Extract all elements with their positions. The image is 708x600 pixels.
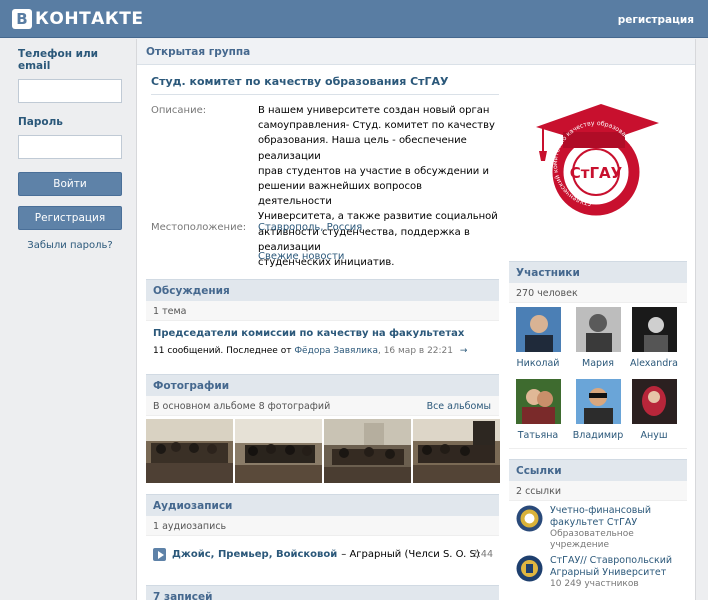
member-item[interactable]: Alexandra: [628, 307, 680, 369]
link-subtitle-line: учреждение: [550, 540, 610, 550]
description-line: В нашем университете создан новый орган: [258, 105, 490, 116]
discussions-count: 1 тема: [146, 301, 499, 321]
discussions-header[interactable]: Обсуждения: [146, 279, 499, 301]
member-name[interactable]: Alexandra: [628, 358, 680, 369]
audio-count: 1 аудиозапись: [146, 516, 499, 536]
discussions-section: Обсуждения 1 тема Председатели комиссии …: [146, 279, 499, 365]
wall-section: 7 записей: [146, 585, 499, 600]
audio-header[interactable]: Аудиозаписи: [146, 494, 499, 516]
link-logo-icon: [516, 505, 543, 532]
avatar[interactable]: [631, 307, 677, 352]
description-line: самоуправления- Студ. комитет по качеств…: [258, 120, 495, 132]
logo-letter: В: [12, 9, 32, 29]
audio-song: – Аграрный (Челси S. O. S): [341, 549, 480, 560]
top-bar: В КОНТАКТЕ регистрация: [0, 0, 708, 38]
topic-meta: 11 сообщений. Последнее от Фёдора Завяли…: [153, 346, 467, 356]
member-item[interactable]: Николай: [512, 307, 564, 369]
group-title: Студ. комитет по качеству образования Ст…: [151, 75, 449, 88]
link-title-line[interactable]: Аграрный Университет: [550, 567, 672, 579]
members-count: 270 человек: [509, 283, 687, 303]
photo-thumbnail[interactable]: [413, 419, 500, 483]
member-name[interactable]: Мария: [572, 358, 624, 369]
member-item[interactable]: Владимир: [572, 379, 624, 441]
photos-header[interactable]: Фотографии: [146, 374, 499, 396]
links-count: 2 ссылки: [509, 481, 687, 501]
emblem-text: СтГАУ: [570, 164, 623, 182]
link-item[interactable]: СтГАУ// Ставропольский Аграрный Универси…: [516, 555, 672, 590]
audio-duration: 2:44: [471, 549, 493, 560]
photo-thumbnail[interactable]: [324, 419, 411, 483]
photos-subtitle-bar: В основном альбоме 8 фотографий Все альб…: [146, 396, 499, 416]
login-panel: Телефон или email Пароль Войти Регистрац…: [18, 48, 122, 251]
phone-input[interactable]: [18, 79, 122, 103]
photos-subtitle: В основном альбоме 8 фотографий: [153, 401, 331, 412]
link-subtitle-line: 10 249 участников: [550, 579, 639, 589]
password-input[interactable]: [18, 135, 122, 159]
topic-meta-prefix: 11 сообщений. Последнее от: [153, 346, 295, 356]
password-label: Пароль: [18, 116, 63, 128]
wall-header[interactable]: 7 записей: [146, 585, 499, 600]
location-link[interactable]: Ставрополь, Россия: [258, 222, 362, 233]
members-header[interactable]: Участники: [509, 261, 687, 283]
description-line: решении важнейших вопросов деятельности: [258, 181, 423, 208]
title-divider: [151, 94, 499, 95]
group-type-header: Открытая группа: [137, 39, 695, 65]
links-header[interactable]: Ссылки: [509, 459, 687, 481]
member-item[interactable]: Ануш: [628, 379, 680, 441]
link-subtitle-line: Образовательное: [550, 529, 634, 539]
avatar[interactable]: [575, 379, 621, 424]
link-logo-icon: [516, 555, 543, 582]
news-link[interactable]: Свежие новости: [258, 251, 344, 262]
group-emblem[interactable]: СтГАУ студенческий комитет по качеству о…: [531, 99, 661, 229]
member-item[interactable]: Мария: [572, 307, 624, 369]
members-section: Участники 270 человек Николай Мария Alex…: [509, 261, 687, 449]
topic-title-link[interactable]: Председатели комиссии по качеству на фак…: [153, 328, 464, 339]
link-title-line[interactable]: факультет СтГАУ: [550, 517, 651, 529]
logo-text: КОНТАКТЕ: [35, 9, 144, 29]
member-name[interactable]: Ануш: [628, 430, 680, 441]
all-albums-link[interactable]: Все альбомы: [427, 401, 491, 412]
description-line: образования. Наша цель - обеспечение реа…: [258, 135, 467, 162]
audio-section: Аудиозаписи 1 аудиозапись Джойс, Премьер…: [146, 494, 499, 576]
photo-thumbnail[interactable]: [235, 419, 322, 483]
register-button[interactable]: Регистрация: [18, 206, 122, 230]
links-section: Ссылки 2 ссылки Учетно-финансовый факуль…: [509, 459, 687, 600]
link-title-line[interactable]: Учетно-финансовый: [550, 505, 651, 517]
member-name[interactable]: Владимир: [572, 430, 624, 441]
phone-label: Телефон или email: [18, 48, 99, 72]
description-line: прав студентов на участие в обсуждении и: [258, 165, 489, 177]
avatar[interactable]: [575, 307, 621, 352]
play-icon[interactable]: [153, 548, 166, 561]
main-content: Открытая группа Студ. комитет по качеств…: [136, 39, 696, 600]
avatar[interactable]: [515, 307, 561, 352]
member-name[interactable]: Николай: [512, 358, 564, 369]
avatar[interactable]: [515, 379, 561, 424]
photo-thumbnail[interactable]: [146, 419, 233, 483]
description-label: Описание:: [151, 105, 207, 116]
member-name[interactable]: Татьяна: [512, 430, 564, 441]
link-title-line[interactable]: СтГАУ// Ставропольский: [550, 555, 672, 567]
topic-date: , 16 мар в 22:21: [377, 346, 453, 356]
forgot-password-link[interactable]: Забыли пароль?: [18, 240, 122, 251]
location-label: Местоположение:: [151, 222, 247, 233]
photos-section: Фотографии В основном альбоме 8 фотограф…: [146, 374, 500, 485]
audio-artist[interactable]: Джойс, Премьер, Войсковой: [172, 549, 337, 560]
photo-strip: [146, 419, 500, 483]
member-item[interactable]: Татьяна: [512, 379, 564, 441]
avatar[interactable]: [631, 379, 677, 424]
topic-author-link[interactable]: Фёдора Завялика: [294, 346, 378, 356]
login-button[interactable]: Войти: [18, 172, 122, 196]
vk-logo[interactable]: В КОНТАКТЕ: [12, 9, 143, 29]
arrow-right-icon[interactable]: →: [460, 346, 468, 356]
audio-track: Джойс, Премьер, Войсковой – Аграрный (Че…: [153, 548, 493, 561]
link-item[interactable]: Учетно-финансовый факультет СтГАУ Образо…: [516, 505, 651, 551]
header-register-link[interactable]: регистрация: [618, 14, 694, 26]
description-text: В нашем университете создан новый орган …: [258, 103, 498, 270]
